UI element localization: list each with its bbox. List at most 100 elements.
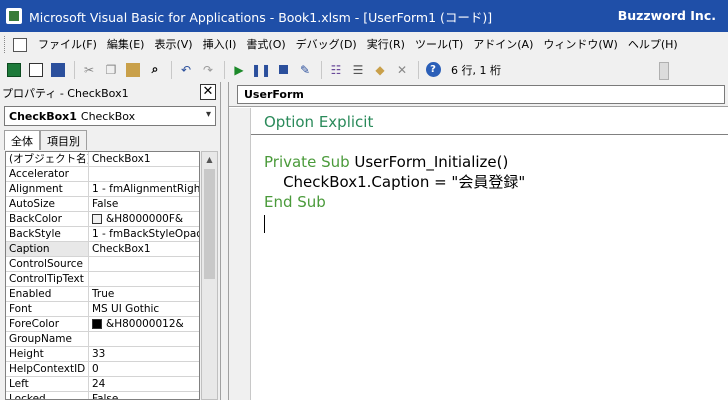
property-value[interactable]: MS UI Gothic — [89, 302, 199, 316]
menu-tools[interactable]: ツール(T) — [410, 32, 468, 57]
toolbox-icon[interactable]: ✕ — [392, 60, 412, 80]
property-value-text: 1 - fmAlignmentRigh — [92, 183, 199, 195]
toolbar-separator — [74, 60, 75, 79]
property-grid-scrollbar[interactable]: ▲ — [201, 151, 218, 400]
property-row[interactable]: BackStyle 1 - fmBackStyleOpac — [6, 227, 199, 242]
property-row[interactable]: Left 24 — [6, 377, 199, 392]
menu-insert[interactable]: 挿入(I) — [198, 32, 242, 57]
property-value-text: 33 — [92, 348, 106, 360]
property-value[interactable]: CheckBox1 — [89, 152, 199, 166]
object-selector[interactable]: CheckBox1 CheckBox ▾ — [4, 106, 216, 126]
undo-icon[interactable]: ↶ — [176, 60, 196, 80]
property-row[interactable]: Height 33 — [6, 347, 199, 362]
end-sub-keyword: End Sub — [264, 193, 326, 211]
color-swatch — [92, 319, 102, 329]
design-mode-icon[interactable]: ✎ — [295, 60, 315, 80]
scroll-thumb[interactable] — [204, 169, 215, 279]
run-icon[interactable]: ▶ — [229, 60, 249, 80]
excel-icon[interactable] — [4, 60, 24, 80]
margin-indicator-bar[interactable] — [229, 108, 251, 400]
property-row[interactable]: GroupName — [6, 332, 199, 347]
code-line: End Sub — [264, 192, 525, 212]
object-dropdown[interactable]: UserForm — [237, 85, 725, 104]
property-value[interactable]: False — [89, 197, 199, 211]
property-row[interactable]: ControlSource — [6, 257, 199, 272]
property-name: Alignment — [6, 182, 89, 196]
menu-debug[interactable]: デバッグ(D) — [291, 32, 362, 57]
property-row[interactable]: BackColor &H8000000F& — [6, 212, 199, 227]
code-line: CheckBox1.Caption = "会員登録" — [264, 172, 525, 192]
property-grid: (オブジェクト名) CheckBox1 Accelerator Alignment 1 … — [5, 151, 200, 400]
help-icon[interactable]: ? — [423, 60, 443, 80]
properties-window-icon[interactable]: ☰ — [348, 60, 368, 80]
property-value[interactable]: 24 — [89, 377, 199, 391]
code-editor[interactable]: Option Explicit Private Sub UserForm_Ini… — [264, 112, 525, 212]
property-name: HelpContextID — [6, 362, 89, 376]
object-browser-icon[interactable]: ◆ — [370, 60, 390, 80]
menu-addins[interactable]: アドイン(A) — [468, 32, 538, 57]
property-row[interactable]: Enabled True — [6, 287, 199, 302]
scroll-up-icon[interactable]: ▲ — [202, 152, 217, 167]
tab-categorized[interactable]: 項目別 — [40, 130, 87, 150]
properties-title: プロパティ - CheckBox1 — [2, 87, 129, 100]
menu-edit[interactable]: 編集(E) — [102, 32, 150, 57]
property-value[interactable]: 1 - fmAlignmentRigh — [89, 182, 199, 196]
property-row[interactable]: Accelerator — [6, 167, 199, 182]
property-value[interactable]: False — [89, 392, 199, 399]
code-line: Private Sub UserForm_Initialize() — [264, 152, 525, 172]
property-value[interactable] — [89, 167, 199, 181]
break-icon[interactable]: ❚❚ — [251, 60, 271, 80]
copy-icon[interactable]: ❐ — [101, 60, 121, 80]
property-value[interactable]: 33 — [89, 347, 199, 361]
find-icon[interactable]: ⌕ — [145, 60, 165, 80]
cut-icon[interactable]: ✂ — [79, 60, 99, 80]
property-value-text: &H80000012& — [106, 318, 184, 330]
property-row[interactable]: ControlTipText — [6, 272, 199, 287]
menu-window[interactable]: ウィンドウ(W) — [538, 32, 622, 57]
redo-icon[interactable]: ↷ — [198, 60, 218, 80]
property-row[interactable]: Locked False — [6, 392, 199, 399]
menu-view[interactable]: 表示(V) — [149, 32, 197, 57]
close-icon[interactable]: ✕ — [200, 84, 216, 100]
property-value-text: 0 — [92, 363, 99, 375]
menu-help[interactable]: ヘルプ(H) — [623, 32, 683, 57]
property-row[interactable]: Caption CheckBox1 — [6, 242, 199, 257]
property-value[interactable] — [89, 332, 199, 346]
reset-icon[interactable] — [273, 60, 293, 80]
property-value[interactable]: CheckBox1 — [89, 242, 199, 256]
toolbar-options-button[interactable] — [659, 62, 669, 80]
property-value[interactable] — [89, 272, 199, 286]
property-name: (オブジェクト名) — [6, 152, 89, 166]
property-value-text: CheckBox1 — [92, 243, 151, 255]
property-value-text: False — [92, 198, 119, 210]
property-value[interactable] — [89, 257, 199, 271]
menu-format[interactable]: 書式(O) — [241, 32, 290, 57]
property-name: AutoSize — [6, 197, 89, 211]
toolbar-separator — [224, 60, 225, 79]
property-row[interactable]: ForeColor &H80000012& — [6, 317, 199, 332]
excel-view-icon[interactable] — [13, 37, 27, 52]
property-value[interactable]: &H80000012& — [89, 317, 199, 331]
property-row[interactable]: Alignment 1 - fmAlignmentRigh — [6, 182, 199, 197]
save-icon[interactable] — [48, 60, 68, 80]
paste-icon[interactable] — [123, 60, 143, 80]
property-name: Caption — [6, 242, 89, 256]
property-row[interactable]: AutoSize False — [6, 197, 199, 212]
property-value[interactable]: 0 — [89, 362, 199, 376]
property-row[interactable]: Font MS UI Gothic — [6, 302, 199, 317]
project-explorer-icon[interactable]: ☷ — [326, 60, 346, 80]
code-window: UserForm Option Explicit Private Sub Use… — [228, 82, 728, 400]
property-row[interactable]: (オブジェクト名) CheckBox1 — [6, 152, 199, 167]
property-name: Font — [6, 302, 89, 316]
menu-run[interactable]: 実行(R) — [362, 32, 410, 57]
tab-alphabetic[interactable]: 全体 — [4, 130, 40, 150]
property-value[interactable]: True — [89, 287, 199, 301]
menu-grip[interactable] — [4, 36, 7, 53]
object-name: CheckBox1 — [9, 109, 77, 123]
property-value[interactable]: &H8000000F& — [89, 212, 199, 226]
menu-file[interactable]: ファイル(F) — [33, 32, 102, 57]
property-row[interactable]: HelpContextID 0 — [6, 362, 199, 377]
insert-userform-icon[interactable] — [26, 60, 46, 80]
property-value[interactable]: 1 - fmBackStyleOpac — [89, 227, 199, 241]
property-name: Height — [6, 347, 89, 361]
